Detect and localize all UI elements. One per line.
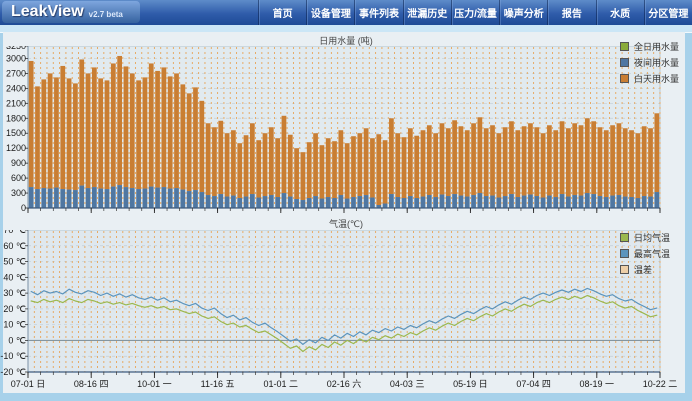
water-legend-swatch-1: [620, 42, 629, 51]
svg-text:30 ℃: 30 ℃: [3, 288, 26, 298]
temp-legend-item-2[interactable]: 最高气温: [620, 245, 670, 261]
app-logo: LeakView v2.7 beta: [2, 1, 140, 23]
water-legend-item-2[interactable]: 夜间用水量: [620, 54, 679, 70]
svg-text:04-03 三: 04-03 三: [390, 379, 425, 389]
top-nav-bar: LeakView v2.7 beta 首页设备管理事件列表泄漏历史压力/流量噪声…: [0, 0, 692, 26]
svg-text:10-22 二: 10-22 二: [643, 379, 678, 389]
svg-text:40 ℃: 40 ℃: [3, 272, 26, 282]
svg-text:07-01 日: 07-01 日: [11, 379, 46, 389]
svg-text:20 ℃: 20 ℃: [3, 304, 26, 314]
page: LeakView v2.7 beta 首页设备管理事件列表泄漏历史压力/流量噪声…: [0, 0, 692, 401]
nav-item-9[interactable]: 分区管理: [644, 0, 692, 25]
temp-legend-swatch-1: [620, 233, 629, 242]
svg-text:2400: 2400: [6, 83, 26, 93]
svg-text:60 ℃: 60 ℃: [3, 241, 26, 251]
svg-text:3250: 3250: [6, 46, 26, 51]
svg-text:-10 ℃: -10 ℃: [0, 351, 26, 361]
svg-text:02-16 六: 02-16 六: [327, 378, 362, 389]
svg-text:10 ℃: 10 ℃: [3, 320, 26, 330]
water-legend-swatch-3: [620, 74, 629, 83]
temperature-chart-title: 气温(℃): [0, 217, 692, 230]
water-legend-label-1: 全日用水量: [634, 40, 679, 53]
water-legend-label-2: 夜间用水量: [634, 56, 679, 69]
svg-text:05-19 日: 05-19 日: [453, 379, 488, 389]
water-chart-legend: 全日用水量夜间用水量白天用水量: [620, 38, 679, 86]
svg-text:2100: 2100: [6, 98, 26, 108]
svg-text:10-01 一: 10-01 一: [137, 379, 172, 389]
nav-item-3[interactable]: 事件列表: [354, 0, 402, 25]
temp-legend-item-1[interactable]: 日均气温: [620, 229, 670, 245]
water-legend-item-3[interactable]: 白天用水量: [620, 70, 679, 86]
nav-item-4[interactable]: 泄漏历史: [403, 0, 451, 25]
svg-text:2700: 2700: [6, 68, 26, 78]
svg-text:01-01 二: 01-01 二: [264, 379, 299, 389]
svg-text:900: 900: [11, 158, 26, 168]
app-version: v2.7 beta: [89, 10, 123, 19]
temp-legend-swatch-3: [620, 265, 629, 274]
nav-item-1[interactable]: 首页: [258, 0, 306, 25]
nav-item-6[interactable]: 噪声分析: [499, 0, 547, 25]
svg-text:08-19 一: 08-19 一: [580, 379, 615, 389]
temp-legend-label-2: 最高气温: [634, 247, 670, 260]
temp-legend-label-3: 温差: [634, 263, 652, 276]
svg-text:0: 0: [21, 203, 26, 213]
svg-text:07-04 四: 07-04 四: [516, 379, 551, 389]
temperature-chart-legend: 日均气温最高气温温差: [620, 229, 670, 277]
water-legend-label-3: 白天用水量: [634, 72, 679, 85]
svg-text:600: 600: [11, 173, 26, 183]
water-usage-plot: 0 300 600 900 1200 1500 1800 2100 2400 2700 3000 32…: [0, 46, 692, 218]
app-name: LeakView: [11, 3, 84, 21]
svg-text:1500: 1500: [6, 128, 26, 138]
water-legend-swatch-2: [620, 58, 629, 67]
nav-item-8[interactable]: 水质: [596, 0, 644, 25]
main-nav: 首页设备管理事件列表泄漏历史压力/流量噪声分析报告水质分区管理: [258, 0, 692, 25]
svg-text:-20 ℃: -20 ℃: [0, 367, 26, 377]
svg-text:08-16 四: 08-16 四: [74, 379, 109, 389]
svg-text:11-16 五: 11-16 五: [201, 379, 235, 389]
temp-legend-swatch-2: [620, 249, 629, 258]
svg-text:1200: 1200: [6, 143, 26, 153]
temp-legend-label-1: 日均气温: [634, 231, 670, 244]
temp-legend-item-3[interactable]: 温差: [620, 261, 670, 277]
temperature-plot: 70 ℃ 60 ℃ 50 ℃ 40 ℃ 30 ℃ 20 ℃ 10 ℃ 0 ℃ -10 ℃ -20 …: [0, 230, 692, 393]
svg-text:50 ℃: 50 ℃: [3, 257, 26, 267]
water-legend-item-1[interactable]: 全日用水量: [620, 38, 679, 54]
svg-text:1800: 1800: [6, 113, 26, 123]
svg-text:0 ℃: 0 ℃: [8, 335, 26, 345]
svg-text:300: 300: [11, 188, 26, 198]
nav-item-7[interactable]: 报告: [547, 0, 595, 25]
nav-item-5[interactable]: 压力/流量: [451, 0, 499, 25]
nav-item-2[interactable]: 设备管理: [306, 0, 354, 25]
svg-text:3000: 3000: [6, 53, 26, 63]
svg-text:70 ℃: 70 ℃: [3, 230, 26, 235]
